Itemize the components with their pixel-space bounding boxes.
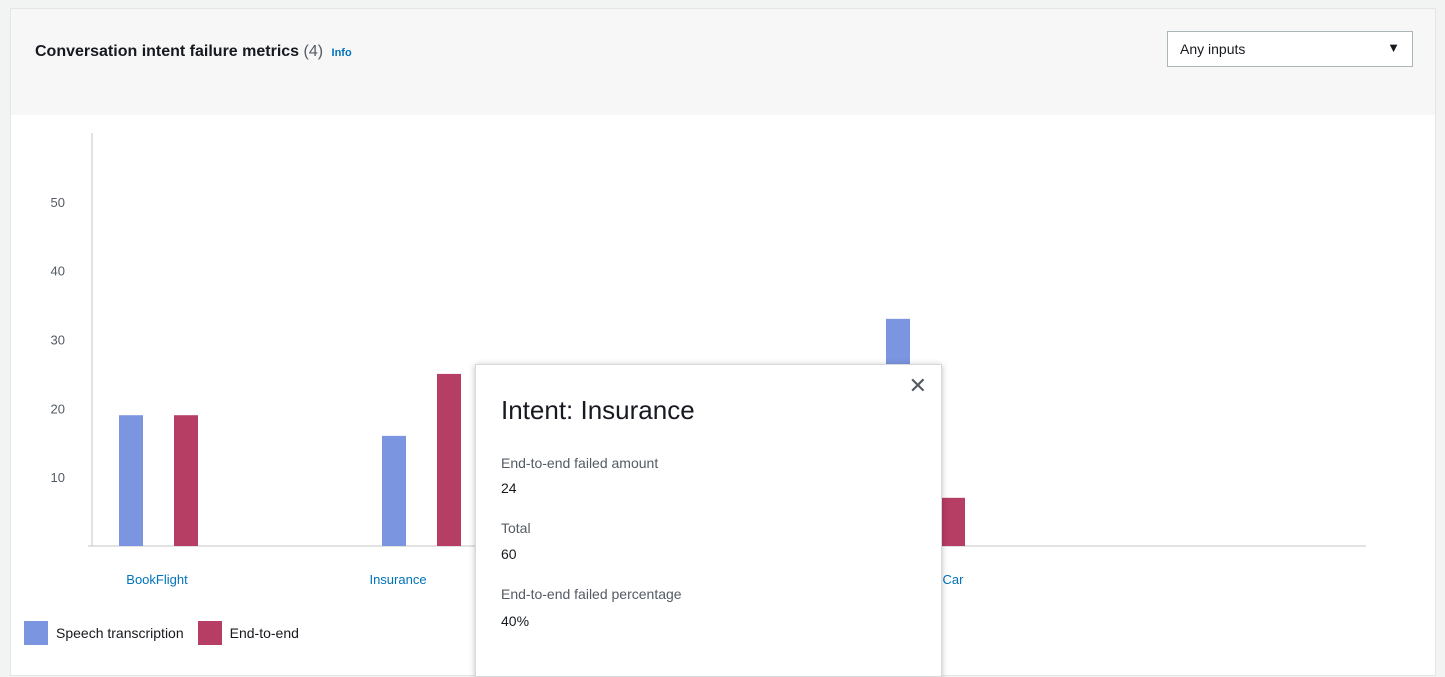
popover-title: Intent: Insurance <box>501 395 695 425</box>
legend-label-end-to-end: End-to-end <box>229 625 299 641</box>
chart-legend: Speech transcription End-to-end <box>24 621 313 645</box>
legend-item-end-to-end[interactable]: End-to-end <box>197 621 299 645</box>
popover-field-value: 24 <box>501 480 517 496</box>
bar-end-to-end[interactable] <box>941 497 965 546</box>
bar-speech-transcription[interactable] <box>119 415 143 546</box>
popover-field-label: End-to-end failed amount <box>501 455 659 471</box>
bar-end-to-end[interactable] <box>437 373 461 546</box>
y-tick-label: 20 <box>51 401 65 416</box>
legend-label-speech: Speech transcription <box>56 625 184 641</box>
x-category-label[interactable]: Car <box>943 572 965 587</box>
bar-end-to-end[interactable] <box>174 415 198 546</box>
intent-details-popover: ✕ Intent: Insurance End-to-end failed am… <box>475 364 942 677</box>
popover-field-value: 60 <box>501 546 517 562</box>
x-category-label[interactable]: Insurance <box>369 572 426 587</box>
popover-field-label: End-to-end failed percentage <box>501 586 682 602</box>
legend-item-speech-transcription[interactable]: Speech transcription <box>24 621 184 645</box>
x-category-label[interactable]: BookFlight <box>126 572 188 587</box>
legend-swatch-end-to-end <box>197 621 222 645</box>
y-tick-label: 30 <box>51 333 65 348</box>
intent-failure-metrics-panel: Conversation intent failure metrics (4) … <box>10 8 1436 677</box>
popover-field-value: 40% <box>501 613 530 629</box>
close-icon[interactable]: ✕ <box>909 375 927 397</box>
y-tick-label: 50 <box>51 195 65 210</box>
y-tick-label: 10 <box>51 470 65 485</box>
legend-swatch-speech <box>24 621 48 645</box>
bar-speech-transcription[interactable] <box>382 435 406 546</box>
y-tick-label: 40 <box>51 264 65 279</box>
popover-field-label: Total <box>501 520 531 536</box>
